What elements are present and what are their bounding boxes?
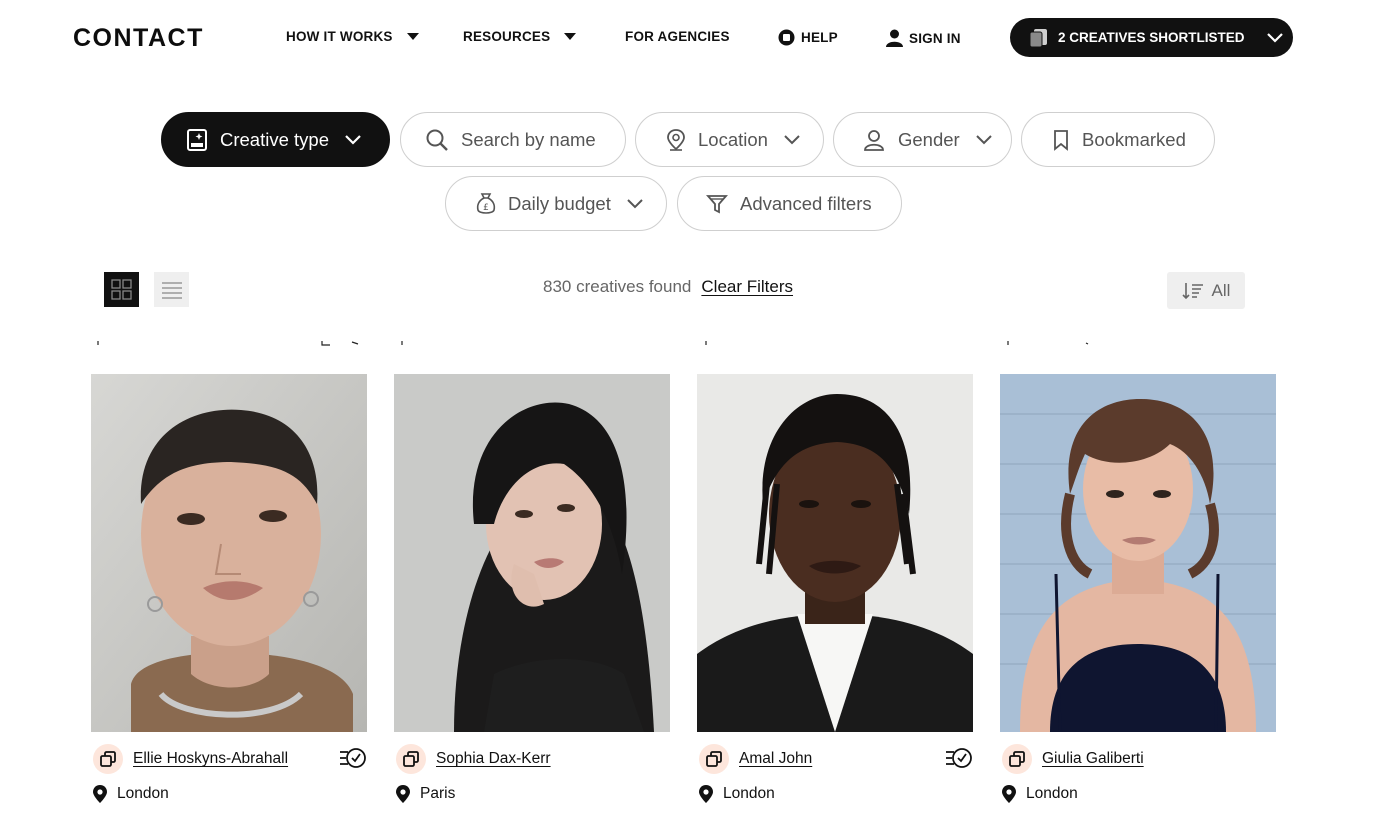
creative-photo[interactable] xyxy=(91,374,367,732)
results-count: 830 creatives found xyxy=(543,277,692,296)
creative-location-row: Paris xyxy=(394,785,455,803)
nav-resources-label: RESOURCES xyxy=(463,29,551,44)
creative-card[interactable]: Amal John London xyxy=(697,374,973,803)
sort-icon xyxy=(1181,282,1203,299)
creative-name-link[interactable]: Giulia Galiberti xyxy=(1042,750,1144,768)
advanced-filters-label: Advanced filters xyxy=(740,192,872,214)
scrolled-content-edge xyxy=(97,341,1089,346)
map-pin-icon xyxy=(93,785,107,803)
portrait-image xyxy=(394,374,670,732)
portrait-image xyxy=(697,374,973,732)
map-pin-icon xyxy=(699,785,713,803)
chevron-down-icon xyxy=(784,134,800,144)
nav-how-it-works[interactable]: HOW IT WORKS xyxy=(286,29,419,44)
add-to-shortlist-button[interactable] xyxy=(1002,744,1032,774)
creative-name-link[interactable]: Sophia Dax-Kerr xyxy=(436,750,551,768)
list-view-button[interactable] xyxy=(154,272,189,307)
location-filter[interactable]: Location xyxy=(635,112,824,167)
help-icon xyxy=(778,29,795,46)
nav-sign-in-label: SIGN IN xyxy=(909,30,961,46)
add-to-shortlist-button[interactable] xyxy=(699,744,729,774)
grid-view-button[interactable] xyxy=(104,272,139,307)
creative-location-row: London xyxy=(697,785,775,803)
chevron-down-icon xyxy=(345,134,361,145)
creative-card[interactable]: Giulia Galiberti London xyxy=(1000,374,1276,803)
shortlist-cards-icon xyxy=(403,751,419,767)
sort-button[interactable]: All xyxy=(1167,272,1245,309)
add-to-shortlist-button[interactable] xyxy=(93,744,123,774)
creative-location: London xyxy=(117,785,169,802)
creative-photo[interactable] xyxy=(1000,374,1276,732)
gender-label: Gender xyxy=(898,128,960,150)
funnel-icon xyxy=(706,194,728,213)
add-to-shortlist-button[interactable] xyxy=(396,744,426,774)
daily-budget-label: Daily budget xyxy=(508,192,611,214)
creative-name-row: Amal John xyxy=(697,743,973,775)
nav-for-agencies[interactable]: FOR AGENCIES xyxy=(625,29,730,44)
fast-response-icon[interactable] xyxy=(945,746,973,770)
shortlist-cards-icon xyxy=(706,751,722,767)
chevron-down-icon xyxy=(976,134,992,144)
results-summary: 830 creatives found Clear Filters xyxy=(543,277,793,297)
cards-icon xyxy=(1029,28,1047,47)
nav-for-agencies-label: FOR AGENCIES xyxy=(625,29,730,44)
shortlist-cards-icon xyxy=(1009,751,1025,767)
location-pin-icon xyxy=(667,128,685,151)
sort-label: All xyxy=(1211,280,1231,300)
grid-icon xyxy=(111,279,132,300)
nav-sign-in[interactable]: SIGN IN xyxy=(886,29,961,47)
chevron-down-icon xyxy=(1266,32,1283,43)
creative-name-row: Giulia Galiberti xyxy=(1000,743,1276,775)
chevron-down-icon xyxy=(627,198,643,208)
creative-location-row: London xyxy=(91,785,169,803)
creative-type-filter[interactable]: Creative type xyxy=(161,112,390,167)
creative-type-label: Creative type xyxy=(220,128,329,150)
creative-type-icon xyxy=(187,128,207,151)
nav-how-it-works-label: HOW IT WORKS xyxy=(286,29,393,44)
gender-filter[interactable]: Gender xyxy=(833,112,1012,167)
fast-response-icon[interactable] xyxy=(339,746,367,770)
logo[interactable]: CONTACT xyxy=(73,24,204,53)
nav-help[interactable]: HELP xyxy=(778,29,838,46)
creative-location: London xyxy=(1026,785,1078,802)
shortlist-label: 2 CREATIVES SHORTLISTED xyxy=(1058,30,1245,45)
nav-help-label: HELP xyxy=(801,30,838,45)
daily-budget-filter[interactable]: £ Daily budget xyxy=(445,176,667,231)
creative-card[interactable]: Sophia Dax-Kerr Paris xyxy=(394,374,670,803)
nav-resources[interactable]: RESOURCES xyxy=(463,29,577,44)
creative-name-link[interactable]: Ellie Hoskyns-Abrahall xyxy=(133,750,288,768)
creative-name-row: Sophia Dax-Kerr xyxy=(394,743,670,775)
creative-location: London xyxy=(723,785,775,802)
bookmarked-filter[interactable]: Bookmarked xyxy=(1021,112,1215,167)
creative-location: Paris xyxy=(420,785,456,802)
creative-card[interactable]: Ellie Hoskyns-Abrahall London xyxy=(91,374,367,803)
portrait-image xyxy=(1000,374,1276,732)
caret-down-icon xyxy=(406,33,419,40)
creative-photo[interactable] xyxy=(394,374,670,732)
user-icon xyxy=(886,29,903,47)
creative-name-link[interactable]: Amal John xyxy=(739,750,812,768)
bookmarked-label: Bookmarked xyxy=(1082,128,1186,150)
portrait-image xyxy=(91,374,367,732)
svg-text:£: £ xyxy=(483,203,489,213)
location-label: Location xyxy=(698,128,768,150)
caret-down-icon xyxy=(564,33,577,40)
map-pin-icon xyxy=(1002,785,1016,803)
site-header: CONTACT HOW IT WORKS RESOURCES FOR AGENC… xyxy=(0,0,1380,76)
money-bag-icon: £ xyxy=(476,192,496,214)
search-by-name-input[interactable]: Search by name xyxy=(400,112,626,167)
shortlist-button[interactable]: 2 CREATIVES SHORTLISTED xyxy=(1010,18,1293,57)
list-icon xyxy=(161,281,182,299)
creative-location-row: London xyxy=(1000,785,1078,803)
creative-photo[interactable] xyxy=(697,374,973,732)
bookmark-icon xyxy=(1054,129,1068,151)
advanced-filters-button[interactable]: Advanced filters xyxy=(677,176,902,231)
shortlist-cards-icon xyxy=(100,751,116,767)
map-pin-icon xyxy=(396,785,410,803)
clear-filters-link[interactable]: Clear Filters xyxy=(701,277,793,297)
creative-name-row: Ellie Hoskyns-Abrahall xyxy=(91,743,367,775)
search-placeholder: Search by name xyxy=(461,128,596,150)
search-icon xyxy=(426,129,448,151)
person-icon xyxy=(864,129,884,151)
